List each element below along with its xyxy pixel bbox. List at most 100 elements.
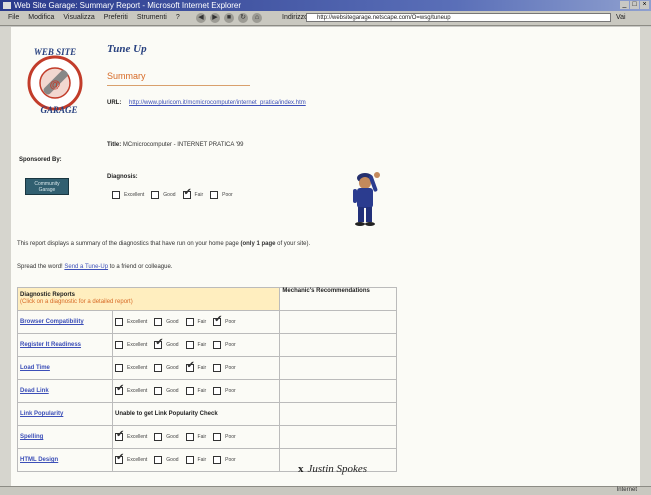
diagnostic-link[interactable]: Spelling (17, 425, 113, 449)
rating-checkbox-excellent[interactable] (115, 364, 123, 372)
rating-checkbox-fair[interactable] (185, 456, 194, 464)
rating-option-label: Poor (225, 388, 236, 394)
home-icon[interactable]: ⌂ (252, 13, 262, 23)
rating-checkbox-excellent[interactable] (115, 430, 124, 441)
rating-option-label: Poor (225, 434, 236, 440)
diagnosis-checkbox-excellent[interactable] (112, 191, 120, 199)
table-row: Register It Readiness Excellent Good Fair Po… (17, 333, 397, 357)
mechanic-mascot (353, 172, 380, 226)
title-value: MCmicrocomputer - INTERNET PRATICA '99 (122, 142, 244, 148)
menu-file[interactable]: File (8, 14, 19, 21)
diagnostic-reports-header: Diagnostic Reports (Click on a diagnosti… (16, 287, 281, 311)
page-content: @ WEB SITE GARAGE Tune Up Summary URL: h… (11, 27, 640, 486)
menu-preferiti[interactable]: Preferiti (104, 14, 128, 21)
close-button[interactable]: × (640, 1, 649, 9)
rating-checkbox-good[interactable] (154, 387, 163, 395)
diagnostic-link[interactable]: Dead Link (17, 379, 113, 403)
rating-checkbox-fair[interactable] (185, 433, 194, 441)
stop-icon[interactable]: ■ (224, 13, 234, 23)
maximize-button[interactable]: □ (630, 1, 639, 9)
address-field[interactable]: http://websitegarage.netscape.com/O=wsg/… (306, 13, 611, 22)
rating-checkbox-good[interactable] (154, 364, 163, 372)
go-button[interactable]: Vai (616, 14, 626, 21)
rating-cell: Excellent Good Fair Poor (111, 379, 281, 403)
menu-strumenti[interactable]: Strumenti (137, 14, 167, 21)
diagnosis-option-label: Fair (194, 192, 204, 198)
recommendation-cell (279, 379, 397, 403)
unable-message: Unable to get Link Popularity Check (115, 411, 218, 417)
rating-option-label: Fair (197, 319, 207, 325)
url-label: URL: (107, 100, 122, 106)
rating-checkbox-poor[interactable] (213, 341, 222, 349)
rating-cell: Excellent Good Fair Poor (111, 448, 281, 472)
rating-checkbox-fair[interactable] (185, 341, 194, 349)
divider (107, 85, 250, 86)
signature: x Justin Spokes (298, 463, 367, 475)
rating-option-label: Good (166, 457, 179, 463)
diagnostic-link[interactable]: Link Popularity (17, 402, 113, 426)
page-heading: Tune Up (107, 43, 147, 55)
rating-checkbox-poor[interactable] (213, 315, 223, 326)
diagnosis-checkbox-poor[interactable] (210, 191, 219, 199)
rating-checkbox-poor[interactable] (213, 456, 222, 464)
mechanic-recommendations-header: Mechanic's Recommendations (279, 287, 397, 311)
diagnostic-link[interactable]: HTML Design (17, 448, 113, 472)
ie-icon (3, 2, 11, 9)
rating-checkbox-good[interactable] (154, 338, 164, 349)
rating-checkbox-fair[interactable] (185, 387, 194, 395)
rating-option-label: Excellent (127, 319, 148, 325)
rating-option-label: Fair (197, 365, 207, 371)
rating-checkbox-excellent[interactable] (115, 453, 124, 464)
back-icon[interactable]: ◀ (196, 13, 206, 23)
rating-checkbox-poor[interactable] (213, 364, 222, 372)
rating-option-label: Fair (197, 457, 207, 463)
rating-checkbox-excellent[interactable] (115, 384, 124, 395)
logo-top-text: WEB SITE (34, 47, 76, 57)
window-controls: _ □ × (620, 1, 649, 9)
table-body: Browser Compatibility Excellent Good Fair Po… (17, 310, 397, 472)
rating-checkboxes: Excellent Good Fair Poor (115, 453, 277, 464)
rating-checkbox-excellent[interactable] (115, 341, 123, 349)
send-tune-up-link[interactable]: Send a Tune-Up (64, 264, 108, 270)
menu-help[interactable]: ? (176, 14, 180, 21)
diagnostic-link[interactable]: Browser Compatibility (17, 310, 113, 334)
diagnosis-checkbox-fair[interactable] (182, 188, 192, 199)
table-row: Spelling Excellent Good Fair Poor (17, 425, 397, 449)
sponsored-label: Sponsored By: (19, 157, 62, 163)
rating-option-label: Poor (225, 342, 236, 348)
refresh-icon[interactable]: ↻ (238, 13, 248, 23)
report-description: This report displays a summary of the di… (17, 241, 310, 247)
rating-option-label: Good (166, 434, 179, 440)
rating-checkbox-good[interactable] (154, 318, 163, 326)
menu-modifica[interactable]: Modifica (28, 14, 54, 21)
table-row: Load Time Excellent Good Fair Poor (17, 356, 397, 380)
rating-option-label: Good (166, 365, 179, 371)
forward-icon[interactable]: ▶ (210, 13, 220, 23)
rating-checkbox-excellent[interactable] (115, 318, 123, 326)
url-link[interactable]: http://www.pluricom.it/mcmicrocomputer/i… (129, 99, 306, 107)
rating-option-label: Good (166, 388, 179, 394)
table-row: Browser Compatibility Excellent Good Fair Po… (17, 310, 397, 334)
report-text-bold: (only 1 page (240, 241, 276, 247)
rating-checkbox-good[interactable] (154, 433, 163, 441)
diagnostic-link[interactable]: Register It Readiness (17, 333, 113, 357)
diagnosis-label: Diagnosis: (107, 174, 138, 180)
rating-option-label: Fair (197, 342, 207, 348)
rating-checkbox-poor[interactable] (213, 433, 222, 441)
sponsor-button[interactable]: Community Garage (25, 178, 69, 195)
rating-checkbox-poor[interactable] (213, 387, 222, 395)
diagnosis-checkbox-good[interactable] (151, 191, 160, 199)
menu-visualizza[interactable]: Visualizza (63, 14, 94, 21)
title-label: Title: (107, 142, 122, 148)
nav-icons: ◀ ▶ ■ ↻ ⌂ (196, 13, 262, 23)
rating-checkbox-fair[interactable] (185, 318, 194, 326)
summary-label: Summary (107, 71, 146, 81)
recommendation-cell (279, 333, 397, 357)
minimize-button[interactable]: _ (620, 1, 629, 9)
vertical-scrollbar[interactable] (640, 27, 651, 486)
rating-option-label: Excellent (127, 388, 148, 394)
spread-text-before: Spread the word! (17, 264, 65, 270)
diagnostic-link[interactable]: Load Time (17, 356, 113, 380)
rating-checkbox-good[interactable] (154, 456, 163, 464)
rating-checkbox-fair[interactable] (185, 361, 195, 372)
